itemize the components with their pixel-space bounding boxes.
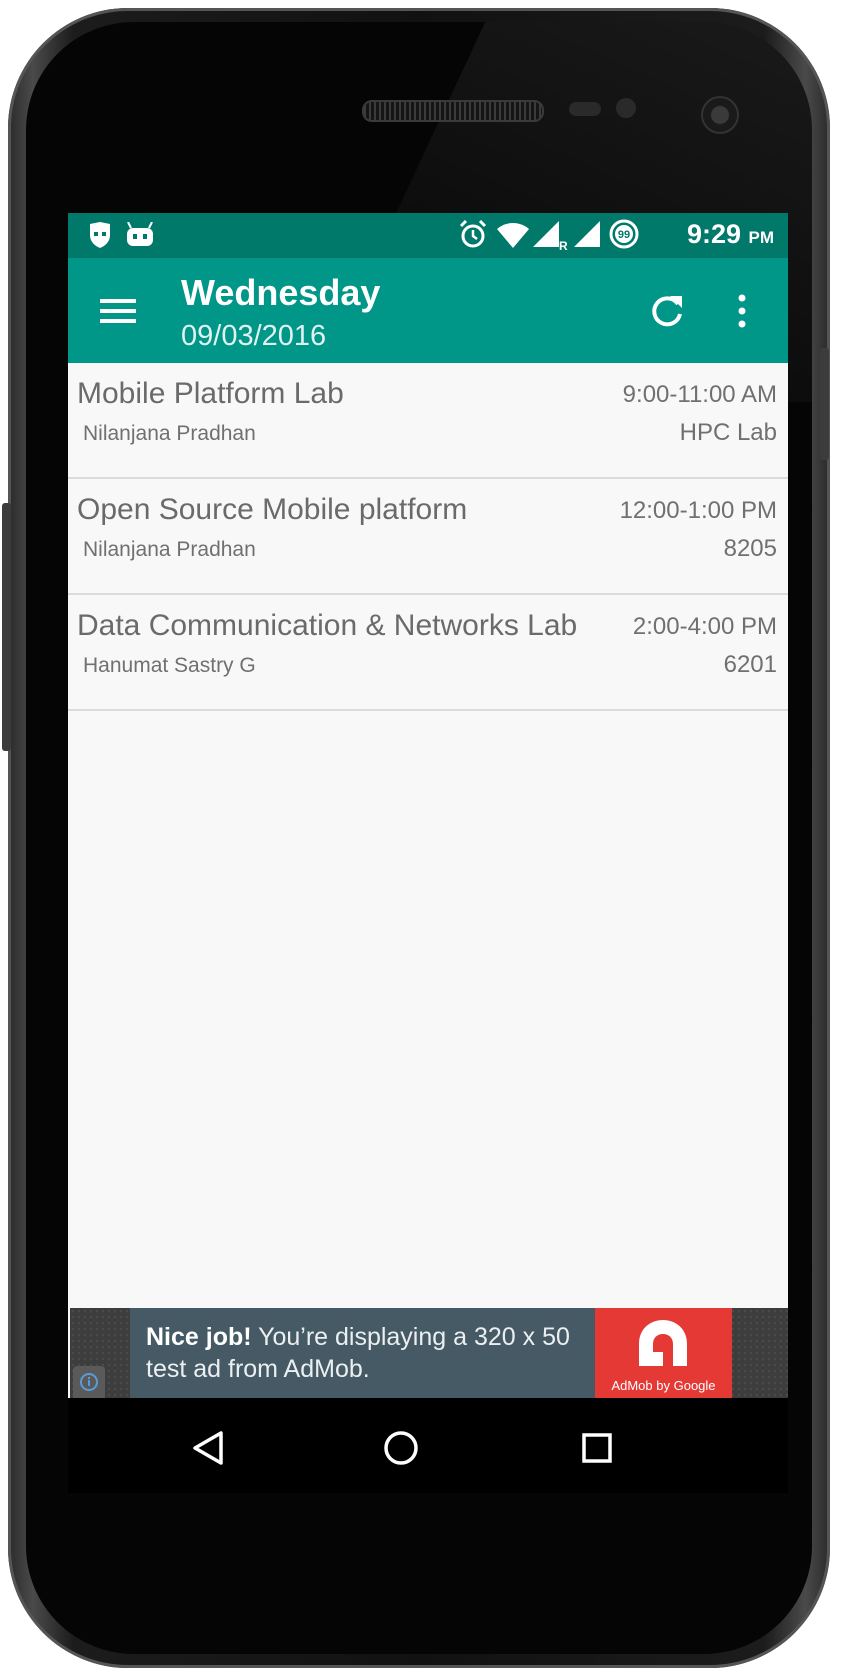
class-time: 12:00-1:00 PM <box>619 497 777 524</box>
back-icon[interactable] <box>189 1428 229 1468</box>
professor-name: Hanumat Sastry G <box>83 654 256 677</box>
power-button <box>820 348 829 460</box>
navigation-bar <box>68 1398 788 1493</box>
page-title: Wednesday <box>181 272 381 313</box>
class-room: 6201 <box>723 651 777 678</box>
admob-icon <box>639 1320 687 1366</box>
refresh-icon[interactable] <box>648 292 686 330</box>
ad-text: Nice job! You’re displaying a 320 x 50 t… <box>146 1321 586 1385</box>
course-name: Data Communication & Networks Lab <box>77 609 578 642</box>
signal-icon <box>574 221 600 247</box>
battery-level: 99 <box>618 229 630 241</box>
page-date: 09/03/2016 <box>181 320 327 352</box>
schedule-list: Mobile Platform Lab Nilanjana Pradhan 9:… <box>68 363 788 711</box>
course-name: Open Source Mobile platform <box>77 493 468 526</box>
clock-time: 9:29 <box>686 219 741 249</box>
ad-banner[interactable]: Nice job! You’re displaying a 320 x 50 t… <box>70 1308 788 1398</box>
status-clock: 9:29 PM <box>687 219 774 250</box>
light-sensor <box>616 98 636 118</box>
clock-ampm: PM <box>748 228 775 247</box>
earpiece-speaker <box>362 100 544 122</box>
front-camera <box>701 96 739 134</box>
svg-text:R: R <box>559 239 568 251</box>
class-room: 8205 <box>723 535 777 562</box>
class-time: 9:00-11:00 AM <box>622 381 777 408</box>
course-name: Mobile Platform Lab <box>77 377 344 410</box>
professor-name: Nilanjana Pradhan <box>83 538 256 561</box>
alarm-icon <box>459 220 487 248</box>
ad-content[interactable]: Nice job! You’re displaying a 320 x 50 t… <box>130 1308 595 1398</box>
proximity-sensor <box>569 102 601 116</box>
ad-info-icon[interactable] <box>73 1366 105 1398</box>
admob-caption: AdMob by Google <box>611 1378 716 1393</box>
battery-icon: 99 <box>609 219 639 249</box>
app-bar: Wednesday 09/03/2016 <box>68 258 788 363</box>
class-room: HPC Lab <box>679 419 777 446</box>
screen: R 99 9:29 PM Wednesday 09/03/2016 Mobile… <box>68 213 788 1493</box>
list-item[interactable]: Data Communication & Networks Lab Hanuma… <box>68 595 788 711</box>
android-debug-icon <box>127 222 153 246</box>
volume-button <box>2 503 11 751</box>
admob-logo[interactable]: AdMob by Google <box>595 1308 732 1398</box>
overflow-menu-icon[interactable] <box>734 292 750 330</box>
cyanogenmod-icon <box>90 222 110 248</box>
recent-apps-icon[interactable] <box>577 1428 617 1468</box>
class-time: 2:00-4:00 PM <box>632 613 777 640</box>
hamburger-menu-icon[interactable] <box>100 296 136 326</box>
home-icon[interactable] <box>381 1428 421 1468</box>
signal-roaming-icon: R <box>533 221 568 251</box>
list-item[interactable]: Open Source Mobile platform Nilanjana Pr… <box>68 479 788 595</box>
list-item[interactable]: Mobile Platform Lab Nilanjana Pradhan 9:… <box>68 363 788 479</box>
wifi-icon <box>497 223 529 248</box>
ad-text-bold: Nice job! <box>146 1323 252 1351</box>
professor-name: Nilanjana Pradhan <box>83 422 256 445</box>
status-bar: R 99 9:29 PM <box>68 213 788 258</box>
